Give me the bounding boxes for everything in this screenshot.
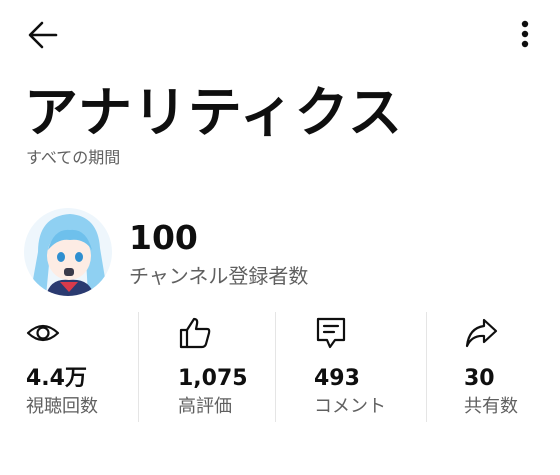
divider bbox=[275, 312, 276, 422]
avatar-image bbox=[24, 208, 112, 296]
stat-value: 1,075 bbox=[178, 366, 248, 391]
eye-icon bbox=[26, 324, 60, 342]
subscriber-label: チャンネル登録者数 bbox=[129, 264, 309, 288]
channel-avatar[interactable] bbox=[24, 208, 112, 296]
stat-label: 視聴回数 bbox=[26, 396, 98, 417]
stat-value: 493 bbox=[314, 366, 360, 391]
share-icon bbox=[465, 318, 498, 348]
stat-likes[interactable]: 1,075 高評価 bbox=[178, 312, 273, 422]
period-label: すべての期間 bbox=[26, 148, 121, 167]
stat-label: 高評価 bbox=[178, 396, 232, 417]
back-arrow-icon[interactable] bbox=[26, 18, 60, 52]
divider bbox=[138, 312, 139, 422]
stat-views[interactable]: 4.4万 視聴回数 bbox=[26, 312, 136, 422]
comment-icon bbox=[316, 317, 346, 349]
stat-value: 30 bbox=[464, 366, 495, 391]
page-title: アナリティクス bbox=[24, 81, 404, 144]
more-vert-icon[interactable] bbox=[514, 18, 536, 52]
stat-label: コメント bbox=[314, 396, 386, 417]
stat-shares[interactable]: 30 共有数 bbox=[464, 312, 544, 422]
thumbs-up-icon bbox=[179, 317, 211, 349]
stat-comments[interactable]: 493 コメント bbox=[314, 312, 424, 422]
top-bar bbox=[0, 0, 560, 70]
stat-value: 4.4万 bbox=[26, 366, 87, 391]
stat-label: 共有数 bbox=[464, 396, 518, 417]
divider bbox=[426, 312, 427, 422]
next-section-heading-partial bbox=[26, 462, 316, 475]
subscriber-count: 100 bbox=[129, 218, 198, 257]
